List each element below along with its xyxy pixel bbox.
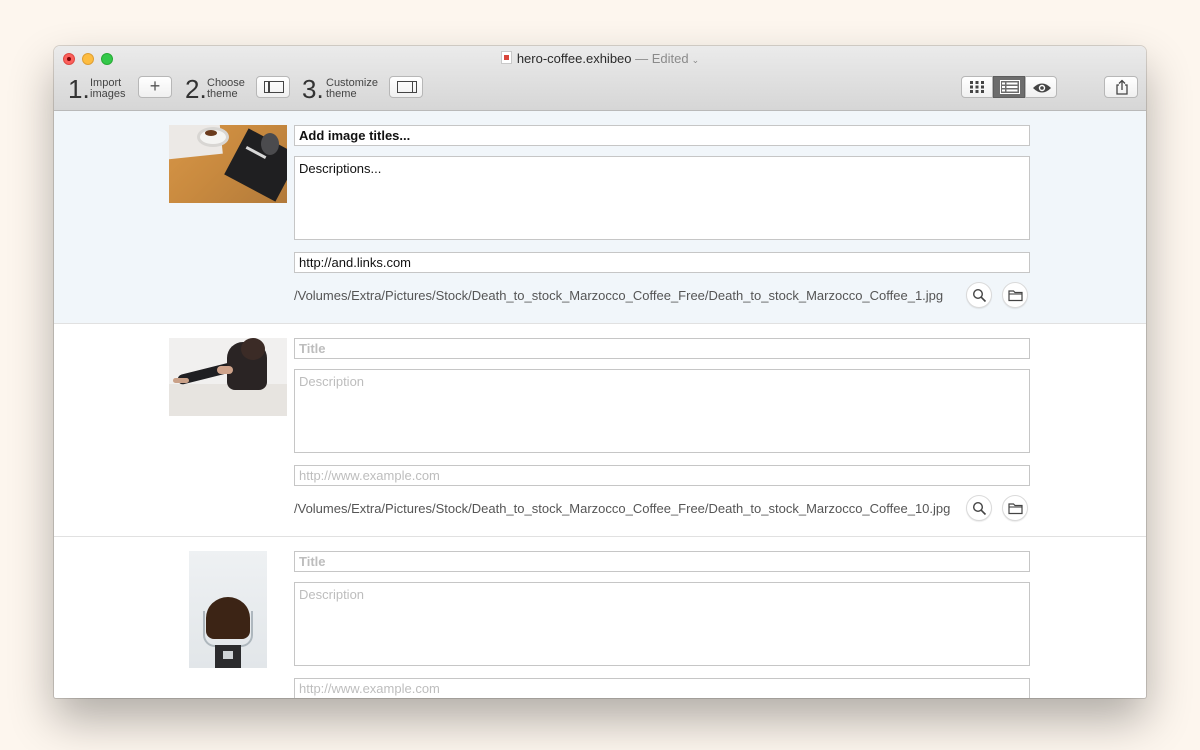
step-number: 3. [302,74,324,104]
list-view-button[interactable] [993,76,1025,98]
edited-status: — Edited [635,51,689,66]
search-icon [972,288,987,303]
hair-shape [241,338,265,360]
folder-icon [1008,503,1023,515]
url-field[interactable]: http://www.example.com [294,678,1030,698]
share-button[interactable] [1104,76,1138,98]
image-row[interactable]: Title Description http://www.example.com [54,537,1146,698]
preview-button[interactable] [1025,76,1057,98]
title-field[interactable]: Add image titles... [294,125,1030,146]
import-images-button[interactable]: + [138,76,172,98]
file-path: /Volumes/Extra/Pictures/Stock/Death_to_s… [294,288,944,303]
app-window: hero-coffee.exhibeo — Edited ⌄ 1. Import … [54,46,1146,698]
choose-theme-button[interactable] [256,76,290,98]
tamper-shape [261,133,279,155]
view-mode-control [961,76,1057,98]
url-field[interactable]: http://www.example.com [294,465,1030,486]
title-field[interactable]: Title [294,551,1030,572]
reveal-image-button[interactable] [966,495,992,521]
step-label: Choose theme [207,77,245,100]
chevron-down-icon: ⌄ [691,55,700,65]
list-icon [1000,80,1020,94]
image-thumbnail[interactable] [189,551,267,668]
foot-shape [173,378,189,383]
coffee-shape [205,130,217,136]
bed-sheet-shape [169,384,287,416]
document-title[interactable]: hero-coffee.exhibeo — Edited ⌄ [54,51,1146,68]
description-field[interactable]: Description [294,369,1030,453]
document-name: hero-coffee.exhibeo [516,51,632,66]
choose-file-button[interactable] [1002,495,1028,521]
sidebar-left-icon [264,81,284,93]
file-path: /Volumes/Extra/Pictures/Stock/Death_to_s… [294,501,951,516]
image-thumbnail[interactable] [169,125,287,203]
step-number: 2. [185,74,207,104]
document-icon [500,51,512,64]
grinder-label-shape [223,651,233,659]
description-field[interactable]: Descriptions... [294,156,1030,240]
image-thumbnail[interactable] [169,338,287,416]
step-number: 1. [68,74,90,104]
description-field[interactable]: Description [294,582,1030,666]
step-label: Customize theme [326,77,378,100]
sidebar-right-icon [397,81,417,93]
title-field[interactable]: Title [294,338,1030,359]
grid-view-button[interactable] [961,76,993,98]
image-row[interactable]: Add image titles... Descriptions... http… [54,111,1146,324]
search-icon [972,501,987,516]
reveal-image-button[interactable] [966,282,992,308]
hands-shape [217,366,233,374]
grinder-hopper-shape [203,611,253,647]
folder-icon [1008,290,1023,302]
image-row[interactable]: Title Description http://www.example.com… [54,324,1146,537]
share-icon [1116,79,1128,95]
eye-icon [1033,83,1051,93]
image-list: Add image titles... Descriptions... http… [54,111,1146,698]
customize-theme-button[interactable] [389,76,423,98]
url-field[interactable]: http://and.links.com [294,252,1030,273]
step-label: Import images [90,77,126,100]
grid-icon [970,81,984,93]
title-bar: hero-coffee.exhibeo — Edited ⌄ 1. Import … [54,46,1146,111]
choose-file-button[interactable] [1002,282,1028,308]
